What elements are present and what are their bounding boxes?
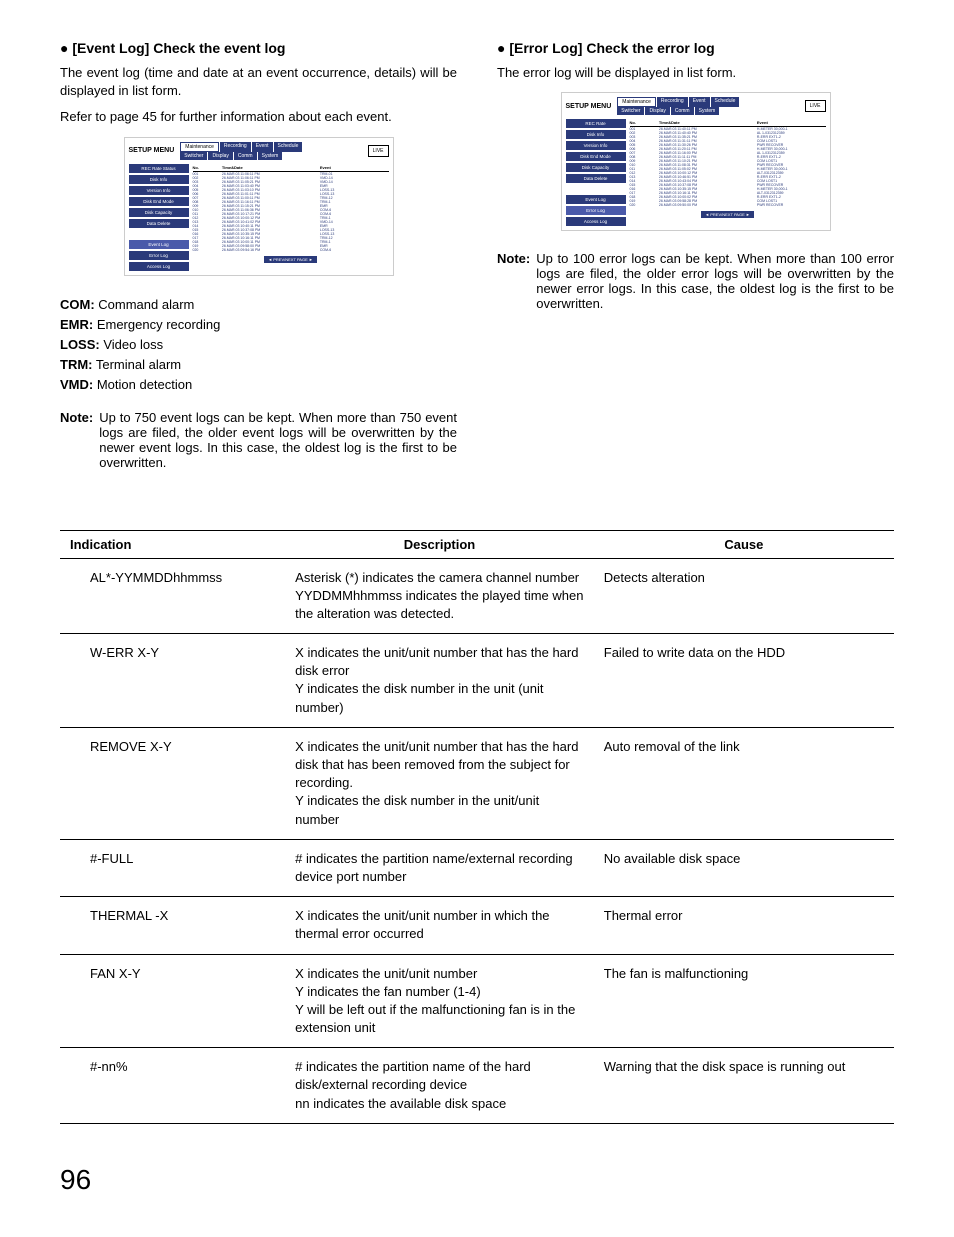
table-row: W-ERR X-YX indicates the unit/unit numbe… (60, 634, 894, 728)
note-text: Up to 750 event logs can be kept. When m… (99, 410, 457, 470)
sidebar-item: Version Info (566, 141, 626, 150)
table-row: AL*-YYMMDDhhmmssAsterisk (*) indicates t… (60, 558, 894, 634)
sidebar-item: Event Log (129, 240, 189, 249)
table-row: THERMAL -XX indicates the unit/unit numb… (60, 897, 894, 954)
event-log-p1: The event log (time and date at an event… (60, 64, 457, 100)
sidebar-item: Data Delete (129, 219, 189, 228)
sidebar-item: Disk Capacity (129, 208, 189, 217)
note-label: Note: (60, 410, 93, 470)
pager-2: ◄ PREV/NEXT PAGE ► (701, 211, 754, 218)
sidebar-item: Error Log (566, 206, 626, 215)
setup-menu-title-2: SETUP MENU (566, 103, 612, 110)
tab: Event (252, 142, 273, 152)
log-header-event: Event (320, 165, 389, 170)
sidebar-item: Disk End Mode (129, 197, 189, 206)
live-indicator: LIVE (368, 145, 389, 157)
tab: Comm (671, 107, 694, 115)
table-row: #-nn%# indicates the partition name of t… (60, 1048, 894, 1124)
sidebar-item: REC Rate Status (129, 164, 189, 173)
table-row: #-FULL# indicates the partition name/ext… (60, 839, 894, 896)
log-header-no: No. (193, 165, 222, 170)
tab: Maintenance (180, 142, 219, 152)
event-log-screenshot: SETUP MENU MaintenanceRecordingEventSche… (124, 137, 394, 276)
tab: Schedule (711, 97, 740, 107)
error-log-heading: ● [Error Log] Check the error log (497, 40, 894, 56)
log-header-date-2: Time&Date (659, 120, 757, 125)
sidebar-item: Access Log (566, 217, 626, 226)
sidebar-item: REC Rate (566, 119, 626, 128)
error-log-p1: The error log will be displayed in list … (497, 64, 894, 82)
log-row: 02026.MAR.03 09:50:00 PMPWR RECOVER (630, 203, 826, 207)
tab: Switcher (617, 107, 644, 115)
page-number: 96 (60, 1164, 894, 1196)
th-indication: Indication (60, 530, 285, 558)
sidebar-item: Disk Info (566, 130, 626, 139)
tab: System (258, 152, 283, 160)
sidebar-item: Access Log (129, 262, 189, 271)
th-cause: Cause (594, 530, 894, 558)
sidebar-item: Error Log (129, 251, 189, 260)
log-header-date: Time&Date (222, 165, 320, 170)
sidebar-item: Disk End Mode (566, 152, 626, 161)
sidebar-item: Disk Info (129, 175, 189, 184)
note-label-2: Note: (497, 251, 530, 311)
log-header-no-2: No. (630, 120, 659, 125)
error-log-screenshot: SETUP MENU MaintenanceRecordingEventSche… (561, 92, 831, 231)
live-indicator-2: LIVE (805, 100, 826, 112)
sidebar-item: Disk Capacity (566, 163, 626, 172)
tab: Display (645, 107, 669, 115)
error-description-table: Indication Description Cause AL*-YYMMDDh… (60, 530, 894, 1124)
sidebar-item: Version Info (129, 186, 189, 195)
tab: Recording (657, 97, 688, 107)
log-row: 02026.MAR.03 09:54:16 PMCOM-6 (193, 248, 389, 252)
tab: Display (208, 152, 232, 160)
tab: Recording (220, 142, 251, 152)
sidebar-item: Event Log (566, 195, 626, 204)
sidebar-item: Data Delete (566, 174, 626, 183)
tab: Comm (234, 152, 257, 160)
table-row: FAN X-YX indicates the unit/unit number … (60, 954, 894, 1048)
tab: Schedule (274, 142, 303, 152)
note-text-2: Up to 100 error logs can be kept. When m… (536, 251, 894, 311)
tab: Event (689, 97, 710, 107)
legend: COM: Command alarm EMR: Emergency record… (60, 296, 457, 395)
log-header-event-2: Event (757, 120, 826, 125)
setup-menu-title: SETUP MENU (129, 147, 175, 154)
event-log-heading: ● [Event Log] Check the event log (60, 40, 457, 56)
tab: Switcher (180, 152, 207, 160)
pager: ◄ PREV/NEXT PAGE ► (264, 256, 317, 263)
th-description: Description (285, 530, 594, 558)
table-row: REMOVE X-YX indicates the unit/unit numb… (60, 727, 894, 839)
tab: System (695, 107, 720, 115)
event-log-p2: Refer to page 45 for further information… (60, 108, 457, 126)
tab: Maintenance (617, 97, 656, 107)
